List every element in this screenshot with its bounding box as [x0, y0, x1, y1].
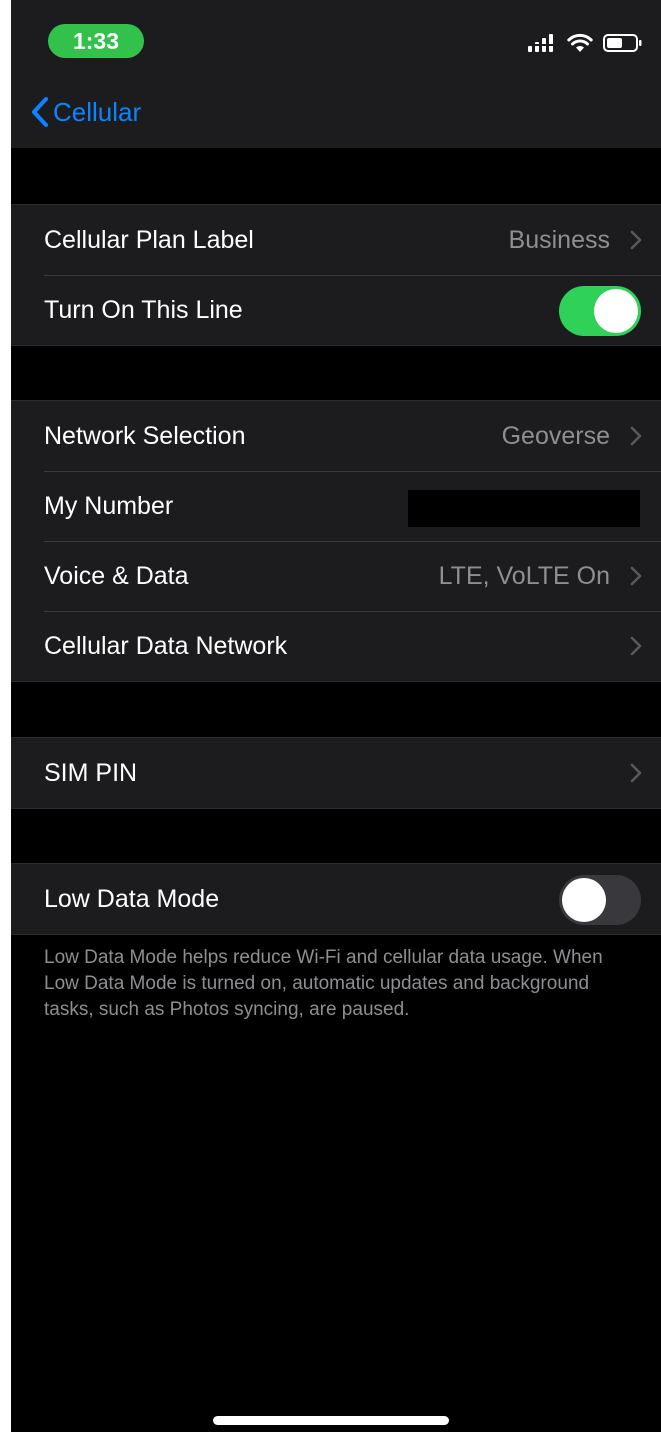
battery-icon	[603, 34, 642, 52]
low-data-mode-toggle[interactable]	[559, 875, 641, 925]
cellular-signal-icon	[527, 34, 557, 52]
row-label: SIM PIN	[44, 758, 138, 787]
navigation-bar: 1:33 Cellular	[11, 0, 661, 148]
row-turn-on-this-line: Turn On This Line	[11, 275, 661, 345]
row-network-selection[interactable]: Network Selection Geoverse	[11, 401, 661, 471]
row-sim-pin[interactable]: SIM PIN	[11, 738, 661, 808]
chevron-right-icon	[630, 230, 642, 250]
row-low-data-mode: Low Data Mode	[11, 864, 661, 934]
row-label: Cellular Data Network	[44, 631, 288, 660]
settings-screen: 1:33 Cellular Cellular Plan Label Busine…	[11, 0, 661, 1432]
redacted-phone-number	[408, 490, 640, 527]
toggle-knob	[562, 878, 606, 922]
turn-on-line-toggle[interactable]	[559, 286, 641, 336]
row-value: LTE, VoLTE On	[438, 561, 610, 590]
row-label: Network Selection	[44, 421, 246, 450]
chevron-right-icon	[630, 636, 642, 656]
status-icons	[527, 32, 643, 54]
row-cellular-data-network[interactable]: Cellular Data Network	[11, 611, 661, 681]
toggle-knob	[594, 289, 638, 333]
chevron-left-icon	[32, 97, 48, 127]
low-data-group: Low Data Mode	[11, 863, 661, 935]
row-value: Geoverse	[501, 421, 610, 450]
status-time[interactable]: 1:33	[48, 24, 144, 58]
chevron-right-icon	[630, 566, 642, 586]
network-group: Network Selection Geoverse My Number Voi…	[11, 400, 661, 682]
row-label: Cellular Plan Label	[44, 225, 254, 254]
row-voice-data[interactable]: Voice & Data LTE, VoLTE On	[11, 541, 661, 611]
row-my-number[interactable]: My Number	[11, 471, 661, 541]
low-data-mode-description: Low Data Mode helps reduce Wi-Fi and cel…	[44, 947, 603, 1020]
wifi-icon	[567, 33, 593, 52]
row-label: My Number	[44, 491, 174, 520]
home-indicator[interactable]	[213, 1416, 449, 1425]
row-value: Business	[508, 225, 610, 254]
plan-group: Cellular Plan Label Business Turn On Thi…	[11, 204, 661, 346]
row-label: Low Data Mode	[44, 884, 220, 913]
row-label: Voice & Data	[44, 561, 189, 590]
row-label: Turn On This Line	[44, 295, 243, 324]
row-cellular-plan-label[interactable]: Cellular Plan Label Business	[11, 205, 661, 275]
chevron-right-icon	[630, 763, 642, 783]
back-button[interactable]: Cellular	[31, 92, 141, 132]
chevron-right-icon	[630, 426, 642, 446]
sim-group: SIM PIN	[11, 737, 661, 809]
back-button-label: Cellular	[53, 96, 142, 127]
